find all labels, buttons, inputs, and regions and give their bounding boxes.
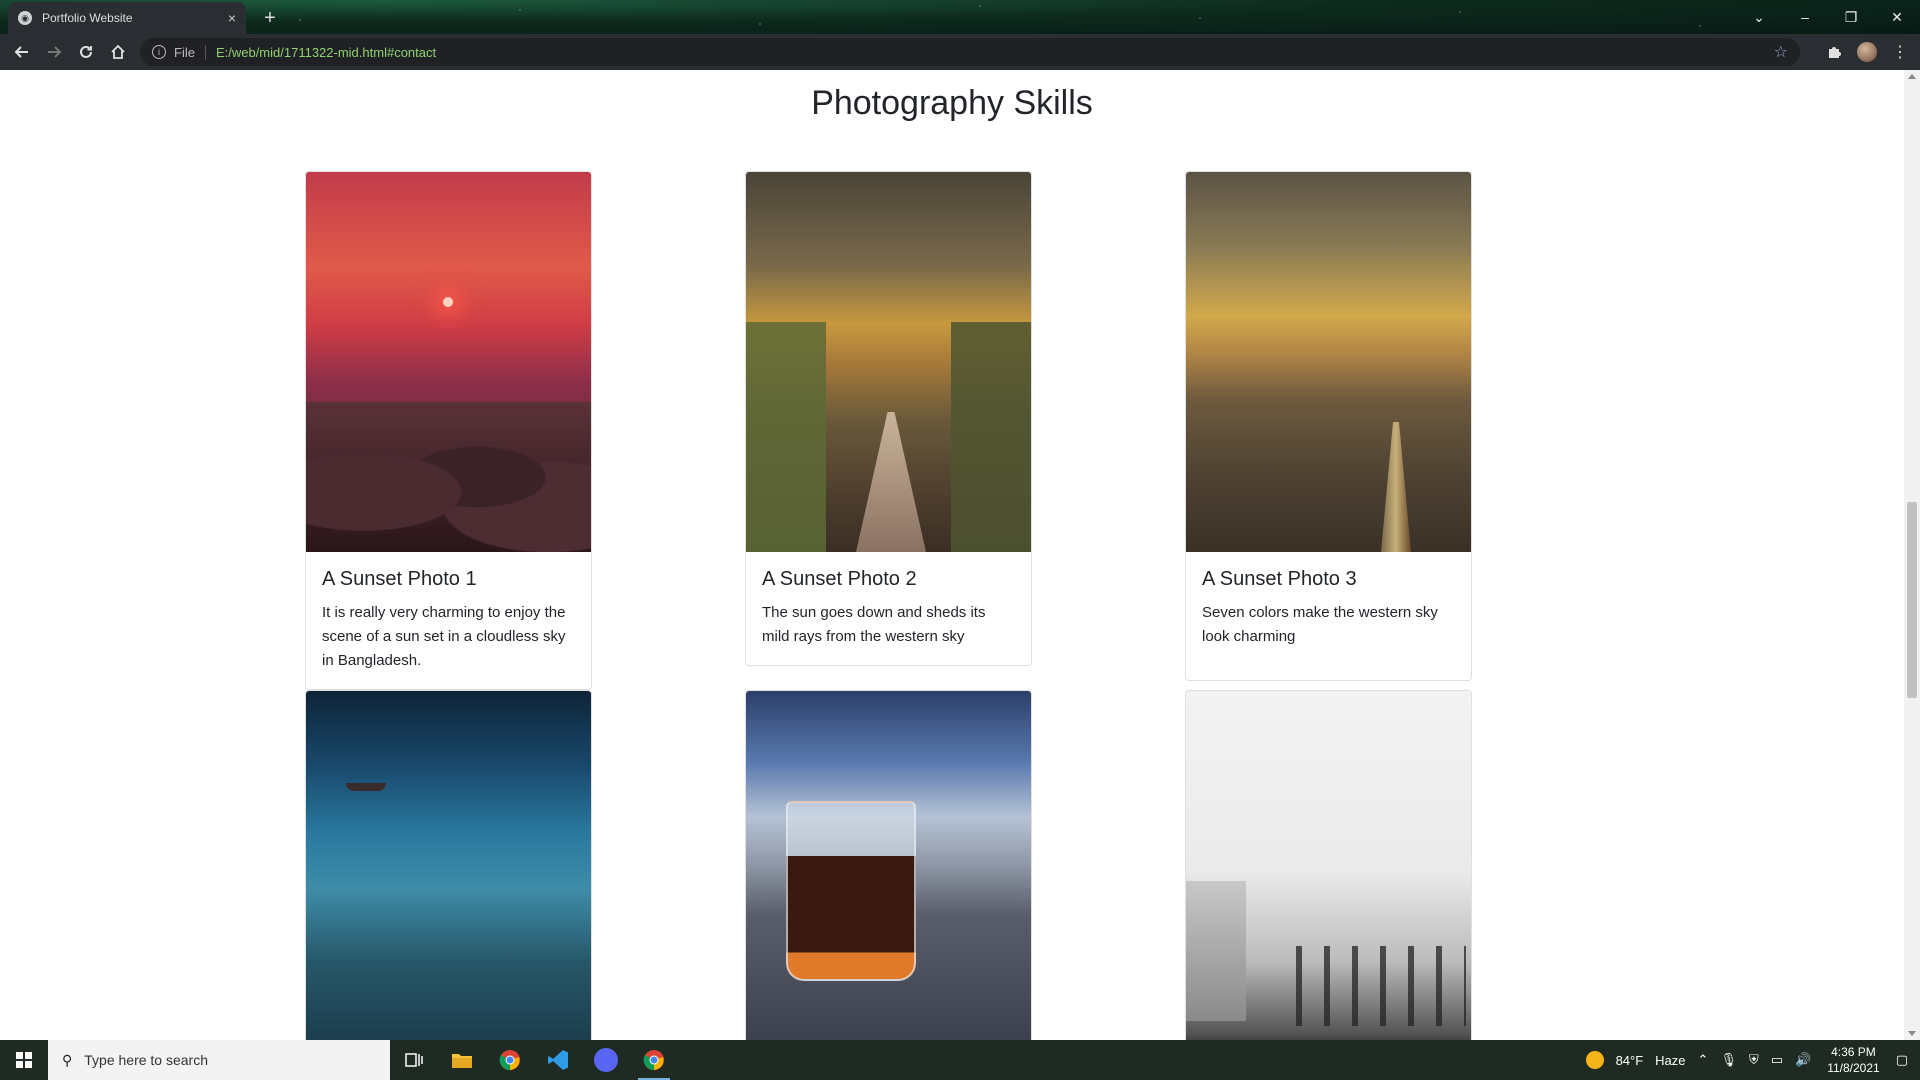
tea-cup-photo-image [746,691,1031,1040]
rocks-graphic [306,402,591,552]
address-bar[interactable]: i File E:/web/mid/1711322-mid.html#conta… [140,38,1800,66]
new-tab-button[interactable]: + [256,4,284,32]
cup-graphic [786,801,916,981]
foggy-street-photo-image [1186,691,1471,1040]
card-text: The sun goes down and sheds its mild ray… [762,604,986,645]
home-icon [111,44,125,59]
microphone-icon[interactable]: 🎙 [1720,1052,1737,1068]
photo-card-6 [1185,690,1472,1040]
volume-icon[interactable]: 🔊 [1795,1052,1811,1068]
folder-icon [452,1054,472,1068]
card-title: A Sunset Photo 1 [322,568,477,590]
network-icon[interactable]: ▭ [1771,1052,1783,1068]
photo-card-2: A Sunset Photo 2 The sun goes down and s… [745,171,1032,666]
sun-graphic [443,297,453,307]
puzzle-icon [1829,47,1841,58]
chrome-button[interactable] [486,1040,534,1080]
chrome-active-button[interactable] [630,1040,678,1080]
browser-toolbar: i File E:/web/mid/1711322-mid.html#conta… [0,34,1920,70]
discord-button[interactable] [582,1040,630,1080]
windows-logo-icon [16,1052,32,1068]
start-button[interactable] [0,1040,48,1080]
photo-card-3: A Sunset Photo 3 Seven colors make the w… [1185,171,1472,681]
restore-button[interactable]: ❐ [1828,0,1874,34]
seascape-photo-image [306,691,591,1040]
back-arrow-icon [14,46,28,58]
tabstrip-background [0,0,1920,34]
building-graphic [1186,881,1246,1021]
photo-card-4 [305,690,592,1040]
tab-search-icon[interactable]: ⌄ [1736,0,1782,34]
sunset-photo-1-image [306,172,591,552]
page-scrollbar[interactable] [1904,70,1920,1040]
discord-icon [594,1048,618,1072]
card-body: A Sunset Photo 2 The sun goes down and s… [746,552,1031,665]
close-window-button[interactable]: ✕ [1874,0,1920,34]
photo-card-1: A Sunset Photo 1 It is really very charm… [305,171,592,690]
photo-card-5 [745,690,1032,1040]
clock[interactable]: 4:36 PM 11/8/2021 [1827,1044,1880,1076]
card-body: A Sunset Photo 1 It is really very charm… [306,552,591,689]
forward-arrow-icon [48,46,62,58]
pipe-graphic [1381,422,1411,552]
system-tray: 84°F Haze ⌃ 🎙 ⛨ ▭ 🔊 4:36 PM 11/8/2021 ▢ [1580,1040,1920,1080]
card-title: A Sunset Photo 3 [1202,568,1357,590]
card-body: A Sunset Photo 3 Seven colors make the w… [1186,552,1471,665]
notification-icon[interactable]: ▢ [1896,1052,1908,1068]
show-hidden-icons-icon[interactable]: ⌃ [1698,1052,1709,1068]
section-title: Photography Skills [811,84,1093,122]
reload-button[interactable] [70,36,102,68]
sunset-photo-3-image [1186,172,1471,552]
forward-button[interactable] [38,36,70,68]
site-info-icon[interactable]: i [152,45,166,59]
address-url[interactable]: E:/web/mid/1711322-mid.html#contact [216,45,436,60]
chrome-icon [643,1050,664,1071]
card-text: Seven colors make the western sky look c… [1202,604,1438,645]
globe-icon: ◉ [18,11,32,25]
sunset-photo-2-image [746,172,1031,552]
home-button[interactable] [102,36,134,68]
scroll-down-arrow-icon[interactable] [1908,1031,1916,1036]
back-button[interactable] [6,36,38,68]
bookmark-star-icon[interactable]: ☆ [1774,42,1788,62]
search-placeholder: Type here to search [84,1052,209,1068]
page-viewport: Photography Skills A Sunset Photo 1 It i… [0,70,1904,1040]
task-view-icon [405,1053,423,1067]
clock-time: 4:36 PM [1831,1045,1876,1059]
scrollbar-thumb[interactable] [1907,502,1917,698]
search-icon: ⚲ [62,1051,73,1068]
browser-tab-strip: ◉ Portfolio Website × + ⌄ – ❐ ✕ [0,0,1920,34]
tab-title: Portfolio Website [42,11,133,25]
card-text: It is really very charming to enjoy the … [322,604,566,669]
security-shield-icon[interactable]: ⛨ [1749,1052,1759,1068]
boat-graphic [346,783,386,791]
tab-portfolio-website[interactable]: ◉ Portfolio Website × [8,2,246,34]
address-scheme-label: File [174,44,206,60]
tab-close-icon[interactable]: × [228,10,236,26]
minimize-button[interactable]: – [1782,0,1828,34]
scroll-up-arrow-icon[interactable] [1908,74,1916,79]
weather-text[interactable]: Haze [1655,1053,1685,1068]
vscode-icon [548,1050,568,1070]
card-title: A Sunset Photo 2 [762,568,917,590]
browser-menu-icon[interactable]: ⋮ [1886,34,1914,70]
file-explorer-button[interactable] [438,1040,486,1080]
avatar-icon [1857,42,1877,62]
reload-icon [80,45,92,58]
profile-avatar[interactable] [1852,34,1882,70]
taskbar-search[interactable]: ⚲ Type here to search [48,1040,390,1080]
extensions-icon[interactable] [1820,34,1848,70]
task-view-button[interactable] [390,1040,438,1080]
people-graphic [1296,946,1466,1026]
chrome-icon [499,1050,520,1071]
weather-icon[interactable] [1585,1051,1604,1069]
vscode-button[interactable] [534,1040,582,1080]
clock-date: 11/8/2021 [1827,1061,1880,1075]
weather-temp[interactable]: 84°F [1616,1053,1644,1068]
windows-taskbar: ⚲ Type here to search 84°F Haze ⌃ 🎙 ⛨ ▭ … [0,1040,1920,1080]
